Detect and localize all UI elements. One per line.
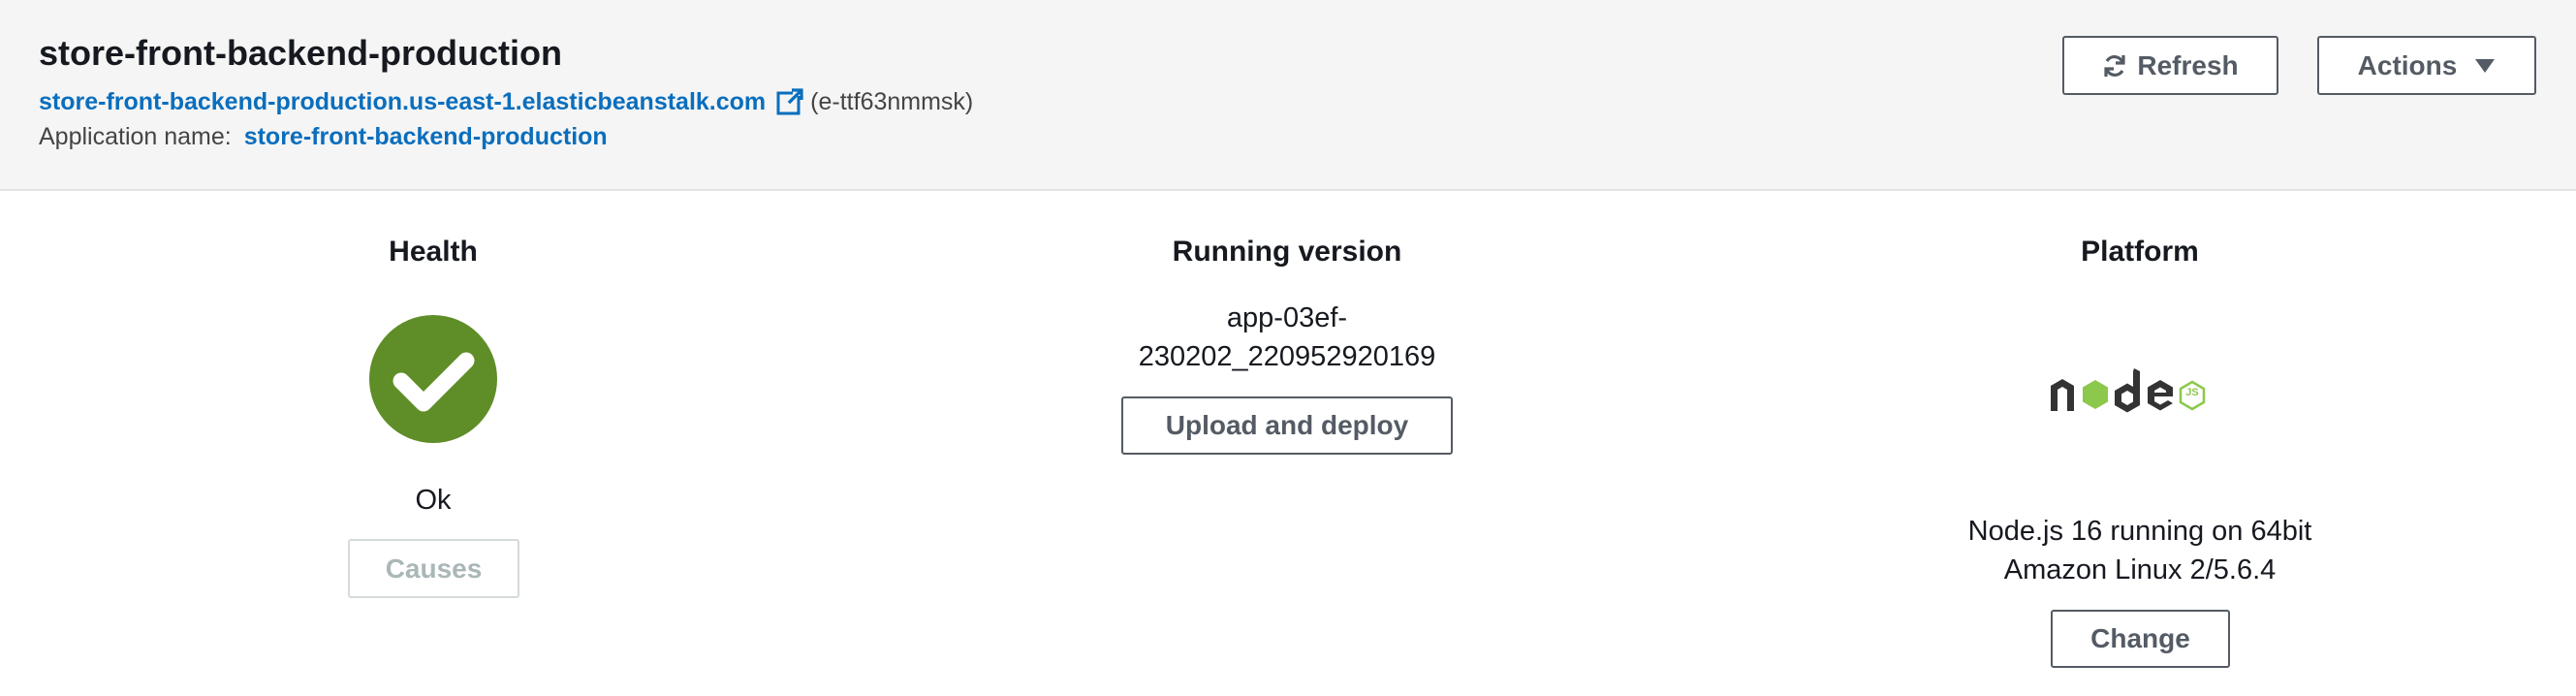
change-platform-button[interactable]: Change [2051,610,2230,668]
platform-description-line2: Amazon Linux 2/5.6.4 [2003,554,2277,585]
health-status-text: Ok [415,485,452,516]
refresh-icon [2104,54,2125,77]
health-title: Health [389,236,478,268]
application-name-link[interactable]: store-front-backend-production [244,123,608,150]
environment-url-row: store-front-backend-production.us-east-1… [39,85,973,118]
version-label-line1: app-03ef- [1226,302,1348,333]
refresh-button[interactable]: Refresh [2062,36,2278,95]
health-ok-check-icon [369,315,497,443]
environment-header: store-front-backend-production store-fro… [0,0,2576,191]
platform-title: Platform [2081,236,2199,268]
causes-button[interactable]: Causes [348,539,519,598]
caret-down-icon [2474,58,2496,74]
application-name-row: Application name: store-front-backend-pr… [39,123,608,151]
external-link-icon[interactable] [775,87,805,116]
environment-id: (e-ttf63nmmsk) [810,87,974,115]
actions-label: Actions [2357,49,2458,80]
application-name-label: Application name: [39,123,232,150]
refresh-label: Refresh [2137,49,2239,80]
nodejs-logo-icon: JS [2047,366,2231,419]
upload-and-deploy-button[interactable]: Upload and deploy [1121,396,1453,455]
nodejs-logo-badge: JS [2185,387,2199,398]
version-label-line2: 230202_220952920169 [1138,341,1436,372]
environment-url-link[interactable]: store-front-backend-production.us-east-1… [39,88,766,116]
environment-title: store-front-backend-production [39,33,562,73]
platform-description-line1: Node.js 16 running on 64bit [1967,516,2312,547]
running-version-title: Running version [1172,236,1402,268]
actions-dropdown-button[interactable]: Actions [2317,36,2536,95]
